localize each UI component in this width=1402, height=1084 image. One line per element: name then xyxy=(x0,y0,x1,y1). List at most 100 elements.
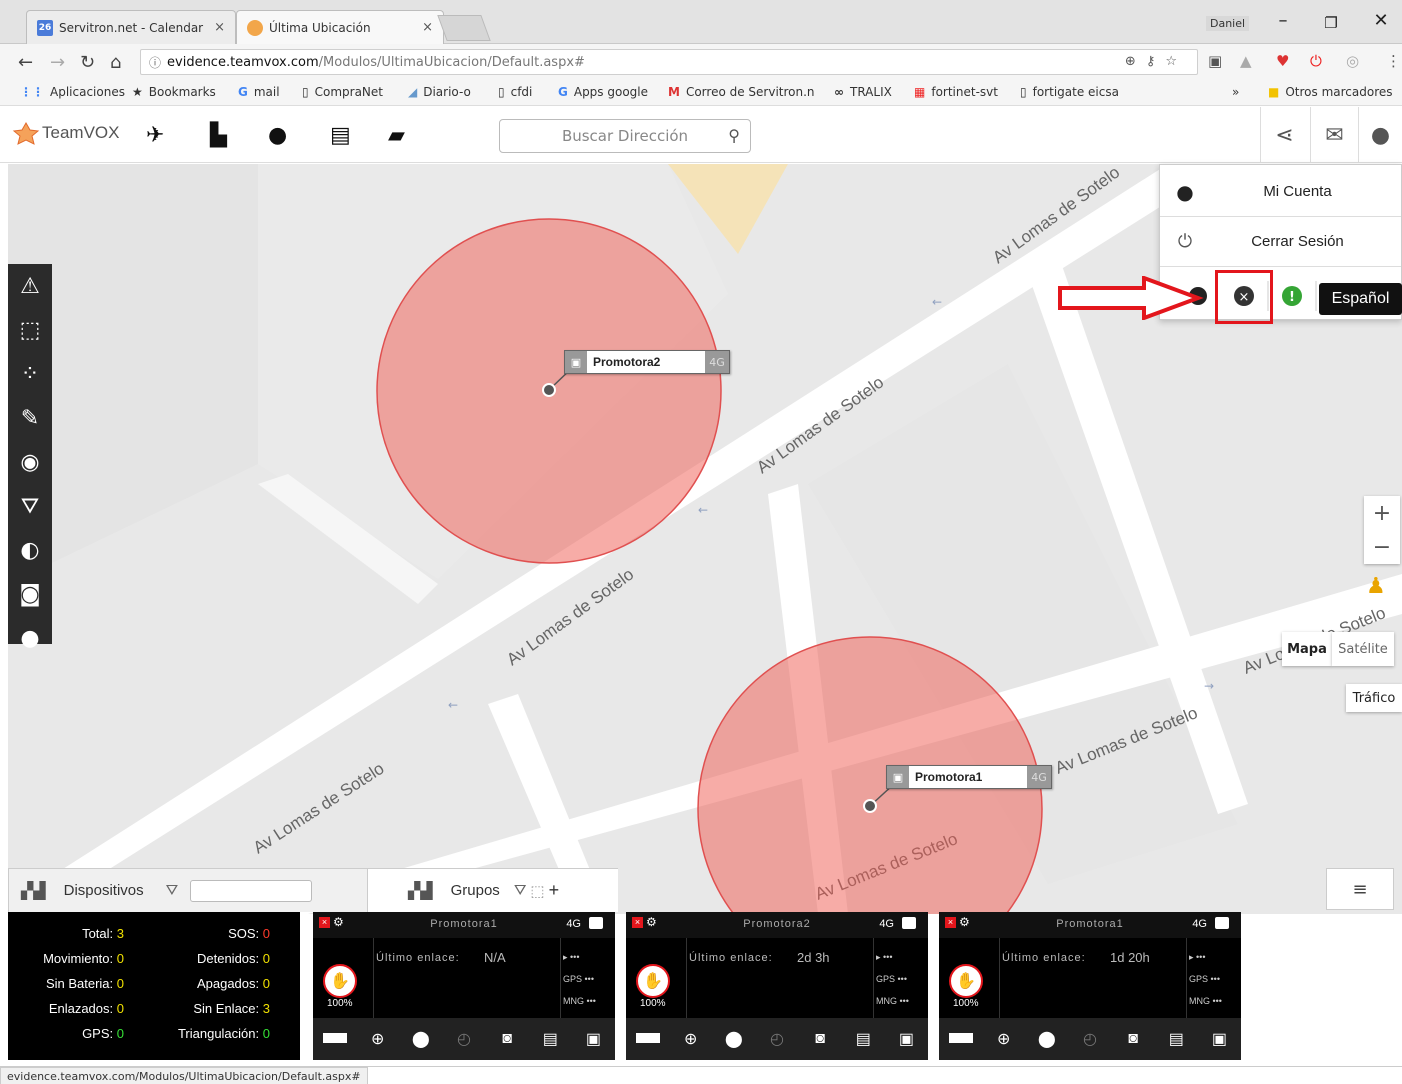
filter-icon[interactable]: ⛛ xyxy=(8,484,52,528)
filter-icon[interactable]: ⛛ xyxy=(166,882,179,899)
map-type-mapa[interactable]: Mapa xyxy=(1282,632,1332,666)
zoom-icon[interactable]: ⊕ xyxy=(1125,54,1146,69)
bookmark-apps-google[interactable]: G Apps google xyxy=(558,85,648,99)
extension-drive-icon[interactable]: ▲ xyxy=(1240,52,1252,70)
device-location-pin[interactable] xyxy=(542,383,556,397)
bookmark-fortinet[interactable]: ▦ fortinet-svt xyxy=(914,85,998,99)
share-button[interactable]: ⋖ xyxy=(1260,107,1308,163)
messages-button[interactable]: ✉ xyxy=(1310,107,1358,163)
street-view-pegman-icon[interactable]: ♟ xyxy=(1366,574,1386,599)
camera-icon[interactable]: ◙ xyxy=(799,1030,842,1048)
select-area-icon[interactable]: ⬚ xyxy=(530,882,544,900)
bookmark-diario[interactable]: ◢ Diario-o xyxy=(408,85,471,99)
new-tab-button[interactable] xyxy=(437,15,491,41)
users-icon[interactable]: ● xyxy=(268,123,287,148)
device-filter-input[interactable] xyxy=(190,879,313,902)
camera-location-icon[interactable]: ◙ xyxy=(8,572,52,616)
message-icon[interactable] xyxy=(589,917,603,929)
lock-icon[interactable]: ▣ xyxy=(572,1029,615,1049)
filter-icon[interactable]: ⛛ xyxy=(514,882,527,899)
search-icon[interactable]: ⚲ xyxy=(728,126,740,145)
speed-icon[interactable]: ◴ xyxy=(755,1029,798,1049)
bookmark-compranet[interactable]: ▯ CompraNet xyxy=(302,85,383,99)
extension-cast-icon[interactable]: ▣ xyxy=(1208,52,1222,70)
bookmark-aplicaciones[interactable]: ⋮⋮ Aplicaciones xyxy=(20,85,125,99)
tab-dispositivos[interactable]: ▞▟ Dispositivos ⛛ xyxy=(8,868,368,912)
more-bookmarks-button[interactable]: » xyxy=(1232,85,1239,99)
locate-icon[interactable]: ⊕ xyxy=(982,1029,1025,1049)
add-area-icon[interactable]: ⬚ xyxy=(8,308,52,352)
device-card[interactable]: × ⚙ Promotora1 4G Último enlace: N/A ✋ 1… xyxy=(313,912,615,1060)
info-icon[interactable]: ⓘ xyxy=(149,54,161,71)
url-field[interactable]: ⓘ evidence.teamvox.com /Modulos/UltimaUb… xyxy=(140,49,1198,75)
teamvox-logo[interactable]: TeamVOX xyxy=(12,121,119,145)
message-icon[interactable] xyxy=(1215,917,1229,929)
add-route-icon[interactable]: ⁘ xyxy=(8,352,52,396)
sim-card-icon[interactable]: ▤ xyxy=(842,1029,885,1049)
home-icon[interactable]: ⌂ xyxy=(110,52,121,73)
menu-item-mi-cuenta[interactable]: ● Mi Cuenta xyxy=(1160,167,1401,217)
device-card[interactable]: × ⚙ Promotora1 4G Último enlace: 1d 20h … xyxy=(939,912,1241,1060)
globe-search-icon[interactable]: ◐ xyxy=(8,528,52,572)
forward-icon[interactable]: → xyxy=(50,52,65,73)
window-close-icon[interactable]: ✕ xyxy=(1366,10,1396,31)
satellite-icon[interactable]: ✈ xyxy=(146,123,164,148)
star-icon[interactable]: ☆ xyxy=(1165,54,1187,69)
extension-heart-icon[interactable]: ♥ xyxy=(1276,52,1289,70)
panel-menu-button[interactable]: ≡ xyxy=(1326,868,1394,910)
user-menu-button[interactable]: ● xyxy=(1358,107,1402,163)
tab-calendar[interactable]: 26 Servitron.net - Calendar × xyxy=(26,10,236,44)
bookmark-cfdi[interactable]: ▯ cfdi xyxy=(498,85,532,99)
speed-icon[interactable]: ◴ xyxy=(1068,1029,1111,1049)
restore-icon[interactable]: ❐ xyxy=(1316,14,1346,32)
sim-card-icon[interactable]: ▤ xyxy=(1155,1029,1198,1049)
menu-item-cerrar-sesion[interactable]: ⏻ Cerrar Sesión xyxy=(1160,217,1401,267)
unlock-icon[interactable]: ▣ xyxy=(1198,1029,1241,1049)
folder-settings-icon[interactable]: ▰ xyxy=(388,123,405,148)
map-type-satelite[interactable]: Satélite xyxy=(1332,632,1394,666)
add-icon[interactable]: + xyxy=(549,880,560,901)
add-alert-icon[interactable]: ⚠ xyxy=(8,264,52,308)
bookmark-correo[interactable]: M Correo de Servitron.n xyxy=(668,85,815,99)
close-icon[interactable]: × xyxy=(422,20,433,35)
sim-card-icon[interactable]: ▤ xyxy=(529,1029,572,1049)
reload-icon[interactable]: ↻ xyxy=(80,52,95,73)
back-icon[interactable]: ← xyxy=(18,52,33,73)
device-location-pin[interactable] xyxy=(863,799,877,813)
tab-ultima-ubicacion[interactable]: Última Ubicación × xyxy=(236,10,444,44)
device-marker-promotora1[interactable]: ▣ Promotora1 4G xyxy=(886,765,1052,789)
bookmark-bookmarks[interactable]: ★ Bookmarks xyxy=(132,85,216,99)
language-selector[interactable]: Español xyxy=(1319,283,1402,315)
bookmark-fortigate[interactable]: ▯ fortigate eicsa xyxy=(1020,85,1119,99)
eye-icon[interactable]: ◉ xyxy=(8,440,52,484)
traffic-toggle[interactable]: Tráfico xyxy=(1346,684,1402,712)
ruler-icon[interactable]: ✎ xyxy=(8,396,52,440)
minimize-icon[interactable]: – xyxy=(1268,10,1298,31)
message-icon[interactable] xyxy=(902,917,916,929)
camera-icon[interactable]: ◙ xyxy=(1112,1030,1155,1048)
locate-icon[interactable]: ⊕ xyxy=(356,1029,399,1049)
extension-power-icon[interactable]: ⏻ xyxy=(1310,52,1322,70)
zoom-in-button[interactable]: + xyxy=(1364,496,1400,530)
bookmark-tralix[interactable]: ∞ TRALIX xyxy=(834,85,892,99)
device-marker-promotora2[interactable]: ▣ Promotora2 4G xyxy=(564,350,730,374)
documents-icon[interactable]: ▤ xyxy=(330,123,351,148)
location-pin-icon[interactable]: ⬤ xyxy=(712,1029,755,1049)
zoom-out-button[interactable]: − xyxy=(1364,530,1400,564)
locate-icon[interactable]: ⊕ xyxy=(669,1029,712,1049)
extension-circle-icon[interactable]: ◎ xyxy=(1346,52,1359,70)
reports-chart-icon[interactable]: ▙ xyxy=(210,123,227,148)
speed-icon[interactable]: ◴ xyxy=(442,1029,485,1049)
camera-icon[interactable]: ◙ xyxy=(486,1030,529,1048)
chat-icon[interactable]: ● xyxy=(8,616,52,660)
unlock-icon[interactable]: ▣ xyxy=(885,1029,928,1049)
other-bookmarks[interactable]: ■ Otros marcadores xyxy=(1268,85,1393,99)
key-icon[interactable]: ⚷ xyxy=(1146,54,1166,69)
device-card[interactable]: × ⚙ Promotora2 4G Último enlace: 2d 3h ✋… xyxy=(626,912,928,1060)
location-pin-icon[interactable]: ⬤ xyxy=(1025,1029,1068,1049)
close-icon[interactable]: × xyxy=(214,20,225,35)
address-search-input[interactable]: Buscar Dirección ⚲ xyxy=(499,119,751,153)
tab-grupos[interactable]: ▞▟ Grupos ⛛ ⬚ + xyxy=(368,868,618,912)
bookmark-mail[interactable]: Gmail xyxy=(238,85,280,99)
location-pin-icon[interactable]: ⬤ xyxy=(399,1029,442,1049)
